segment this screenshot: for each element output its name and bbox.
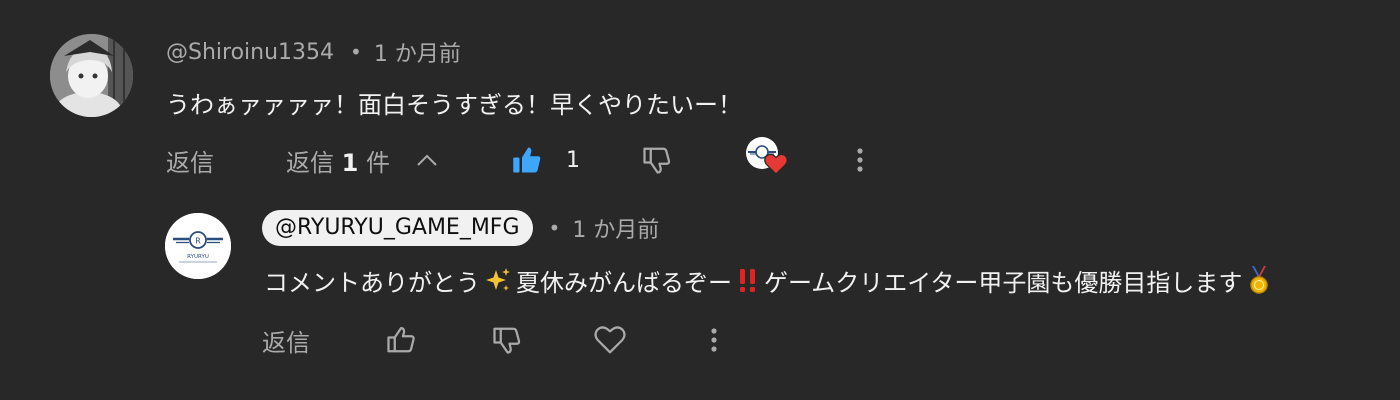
reply-menu-button[interactable]	[708, 320, 720, 360]
reply-author-avatar[interactable]: R RYURYU	[165, 213, 231, 279]
replies-count-text: 返信 1 件	[286, 143, 390, 178]
comment-thread: @Shiroinu1354 • 1 か月前 うわぁァァァァ！面白そうすぎる！早く…	[0, 0, 1400, 400]
reply-heart-button[interactable]	[594, 320, 626, 360]
reply-like-button[interactable]	[386, 320, 416, 360]
comment-action-bar: 返信 返信 1 件 1	[166, 135, 886, 181]
reply-label: 返信	[262, 328, 310, 357]
reply-action-bar: 返信	[262, 320, 742, 360]
comment-menu-button[interactable]	[854, 140, 866, 180]
replies-suffix: 件	[358, 148, 390, 177]
comment-time[interactable]: 1 か月前	[374, 36, 461, 68]
creator-heart-combo	[746, 135, 792, 181]
separator-dot: •	[548, 216, 561, 240]
like-button[interactable]: 1	[512, 140, 580, 180]
reply-dislike-button[interactable]	[492, 320, 522, 360]
replies-prefix: 返信	[286, 148, 342, 177]
svg-text:R: R	[195, 237, 201, 246]
thumbs-down-icon	[492, 325, 522, 355]
comment-author[interactable]: @Shiroinu1354	[166, 40, 334, 65]
double-exclamation-icon	[736, 266, 760, 294]
like-count: 1	[566, 147, 580, 173]
reply-time[interactable]: 1 か月前	[572, 212, 659, 244]
commenter-avatar[interactable]	[50, 34, 133, 117]
more-vert-icon	[708, 325, 720, 355]
thumbs-down-icon	[642, 145, 672, 175]
comment-text: うわぁァァァァ！面白そうすぎる！早くやりたいー！	[166, 90, 742, 119]
reply-text-part1: コメントありがとう	[264, 268, 480, 297]
dislike-button[interactable]	[642, 140, 672, 180]
reply-author-chip[interactable]: @RYURYU_GAME_MFG	[262, 210, 533, 246]
comment-header: @Shiroinu1354 • 1 か月前	[166, 36, 461, 68]
reply-label: 返信	[166, 148, 214, 177]
reply-text: コメントありがとう 夏休みがんばるぞー ゲームクリエイター甲子園も優勝目指します	[264, 262, 1276, 298]
medal-icon	[1246, 265, 1272, 295]
thumbs-up-icon	[512, 145, 542, 175]
creator-heart-badge[interactable]	[746, 135, 792, 181]
chevron-up-icon	[416, 153, 438, 167]
separator-dot: •	[350, 40, 362, 64]
thumbs-up-icon	[386, 325, 416, 355]
heart-outline-icon	[594, 325, 626, 355]
channel-logo-text: RYURYU	[187, 254, 209, 260]
more-vert-icon	[854, 145, 866, 175]
reply-text-part2: 夏休みがんばるぞー	[516, 268, 732, 297]
reply-text-part3: ゲームクリエイター甲子園も優勝目指します	[764, 268, 1243, 297]
replies-toggle-button[interactable]: 返信 1 件	[286, 140, 438, 180]
heart-icon	[764, 153, 788, 175]
reply-header: @RYURYU_GAME_MFG • 1 か月前	[262, 210, 659, 246]
reply-reply-button[interactable]: 返信	[262, 320, 310, 360]
sparkles-icon	[484, 266, 512, 294]
reply-button[interactable]: 返信	[166, 140, 214, 180]
replies-count: 1	[341, 148, 359, 177]
